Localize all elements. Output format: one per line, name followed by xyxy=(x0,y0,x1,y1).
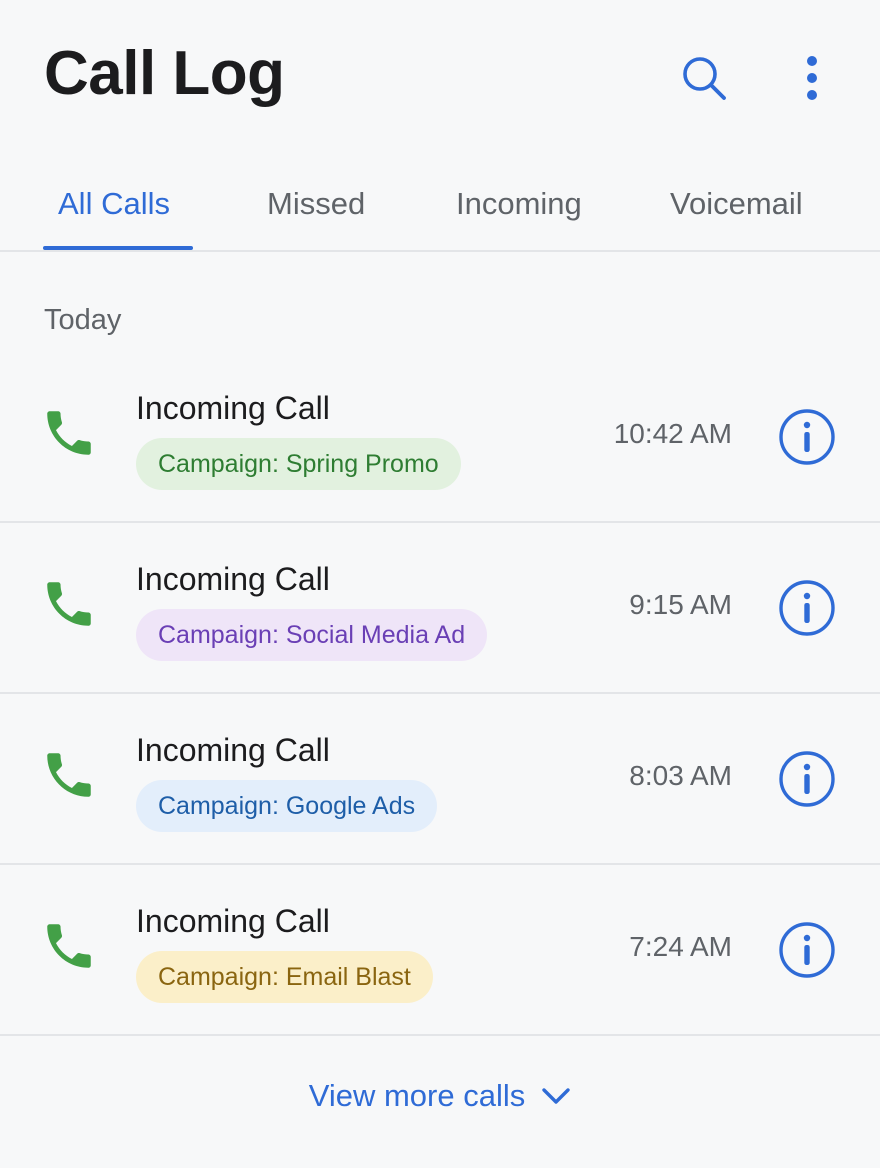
info-icon[interactable] xyxy=(778,750,836,808)
phone-icon xyxy=(40,404,98,462)
call-type-label: Incoming Call xyxy=(136,732,330,768)
phone-icon xyxy=(40,575,98,633)
call-type-label: Incoming Call xyxy=(136,561,330,597)
search-button[interactable] xyxy=(676,50,732,106)
info-icon[interactable] xyxy=(778,408,836,466)
tab-voicemail[interactable]: Voicemail xyxy=(670,186,803,222)
call-row[interactable]: Incoming Call Campaign: Social Media Ad 9:… xyxy=(0,523,880,694)
tab-all-calls[interactable]: All Calls xyxy=(58,186,170,222)
call-time: 7:24 AM xyxy=(629,931,732,962)
more-vertical-icon xyxy=(807,56,817,100)
campaign-badge: Campaign: Email Blast xyxy=(136,951,433,1003)
call-row[interactable]: Incoming Call Campaign: Spring Promo 10:42… xyxy=(0,352,880,523)
call-time: 10:42 AM xyxy=(613,418,732,449)
phone-icon xyxy=(40,917,98,975)
app-header: Call Log xyxy=(0,0,880,160)
more-options-button[interactable] xyxy=(784,50,840,106)
campaign-badge: Campaign: Social Media Ad xyxy=(136,609,488,661)
search-icon xyxy=(683,57,726,100)
section-header-today: Today xyxy=(44,304,122,336)
phone-icon xyxy=(40,746,98,804)
active-tab-indicator xyxy=(43,246,193,250)
call-time: 9:15 AM xyxy=(629,589,732,620)
campaign-badge: Campaign: Google Ads xyxy=(136,780,438,832)
view-more-label: View more calls xyxy=(308,1078,526,1113)
view-more-calls-button[interactable]: View more calls xyxy=(0,1078,880,1114)
info-icon[interactable] xyxy=(778,579,836,637)
call-row[interactable]: Incoming Call Campaign: Google Ads 8:03 AM xyxy=(0,694,880,865)
call-row[interactable]: Incoming Call Campaign: Email Blast 7:24 A… xyxy=(0,865,880,1036)
call-filter-tabs: All Calls Missed Incoming Voicemail xyxy=(0,170,880,252)
call-list: Incoming Call Campaign: Spring Promo 10:42… xyxy=(0,352,880,1036)
page-title: Call Log xyxy=(44,39,285,108)
campaign-badge: Campaign: Spring Promo xyxy=(136,438,461,490)
tab-incoming[interactable]: Incoming xyxy=(456,186,582,222)
call-time: 8:03 AM xyxy=(629,760,732,791)
call-type-label: Incoming Call xyxy=(136,903,330,939)
info-icon[interactable] xyxy=(778,921,836,979)
tab-missed[interactable]: Missed xyxy=(267,186,365,222)
chevron-down-icon xyxy=(542,1088,570,1104)
call-type-label: Incoming Call xyxy=(136,390,330,426)
